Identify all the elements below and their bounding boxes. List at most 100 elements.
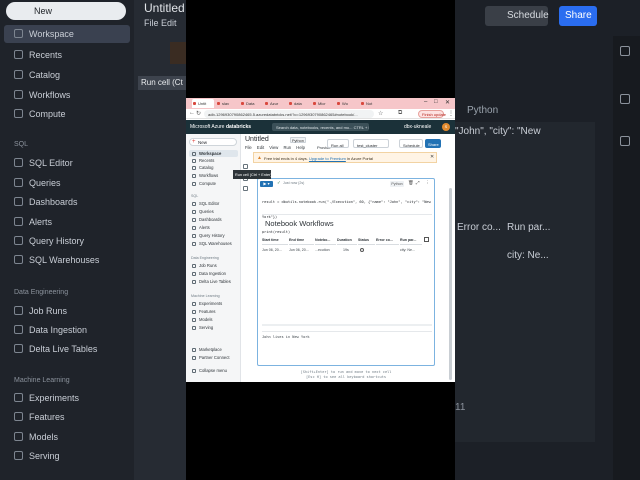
sidebar-item-data-ingestion[interactable]: Data Ingestion <box>189 270 238 277</box>
background-sidebar-item: SQL Editor <box>14 158 73 168</box>
run-cell-button[interactable]: ▶ ▾ <box>260 180 273 187</box>
sidebar-item-alerts[interactable]: Alerts <box>189 224 238 231</box>
avatar[interactable]: S <box>442 123 450 131</box>
upgrade-link[interactable]: Upgrade to Premium <box>309 156 346 161</box>
extensions-icon[interactable]: ⧉ <box>398 110 402 117</box>
sidebar-item-serving[interactable]: Serving <box>189 324 238 331</box>
workspace-icon <box>14 29 23 38</box>
cluster-select[interactable]: test_cluster <box>353 139 389 148</box>
browser-tab[interactable]: Untit <box>192 99 214 108</box>
sidebar-item-marketplace[interactable]: Marketplace <box>189 346 238 353</box>
compute-icon <box>192 181 196 186</box>
table-cell[interactable]: Jun 06, 20... <box>262 247 288 254</box>
browser-tab[interactable]: Not <box>360 99 382 108</box>
sidebar-item-sql-warehouses[interactable]: SQL Warehouses <box>189 240 238 247</box>
sidebar-item-dashboards[interactable]: Dashboards <box>189 216 238 223</box>
models-icon <box>192 317 196 322</box>
models-icon <box>14 432 23 441</box>
background-sidebar-item: Dashboards <box>14 197 78 207</box>
browser-tab[interactable]: Data <box>240 99 262 108</box>
column-header[interactable]: Notebo... <box>315 235 336 245</box>
background-sidebar-item: Alerts <box>14 217 52 227</box>
table-of-contents-icon[interactable] <box>243 164 248 169</box>
background-column-header: Run par... <box>507 222 551 233</box>
background-sidebar-item: Compute <box>14 109 66 119</box>
close-banner-icon[interactable]: ✕ <box>430 154 434 160</box>
catalog-icon <box>192 165 196 170</box>
sidebar-item-queries[interactable]: Queries <box>189 208 238 215</box>
sidebar-item-catalog[interactable]: Catalog <box>189 164 238 171</box>
sidebar-item-workflows[interactable]: Workflows <box>189 172 238 179</box>
delete-cell-icon[interactable]: 🗑 <box>408 180 414 186</box>
table-cell[interactable]: Jun 06, 20... <box>289 247 314 254</box>
sidebar-item-job-runs[interactable]: Job Runs <box>189 262 238 269</box>
column-header[interactable]: Duration <box>337 235 357 245</box>
sidebar-item-recents[interactable]: Recents <box>189 157 238 164</box>
bookmark-star-icon[interactable]: ☆ <box>378 110 383 117</box>
notebook-title[interactable]: Untitled <box>245 136 269 143</box>
horizontal-scrollbar[interactable] <box>262 324 432 326</box>
notebook-cell[interactable]: ▶ ▾ ✓ Just now (2s) Python 🗑 ⤢ ⋮ result … <box>257 178 435 366</box>
sidebar-item-workspace[interactable]: Workspace <box>189 150 238 157</box>
sidebar-section-machine-learning: Machine Learning <box>191 294 220 298</box>
cell-language-label[interactable]: Python <box>390 180 404 187</box>
data-ingestion-icon <box>192 271 196 276</box>
browser-tab[interactable]: Azur <box>264 99 286 108</box>
table-settings-icon[interactable] <box>424 237 429 242</box>
notebook-menu[interactable]: File Edit View Run Help <box>245 145 305 150</box>
sidebar-item-features[interactable]: Features <box>189 308 238 315</box>
sidebar-item-delta-live-tables[interactable]: Delta Live Tables <box>189 278 238 285</box>
share-button[interactable]: Share <box>425 139 441 148</box>
run-all-button[interactable]: Run all <box>327 139 349 148</box>
workflows-icon <box>14 90 23 99</box>
dashboards-icon <box>14 197 23 206</box>
sidebar-item-experiments[interactable]: Experiments <box>189 300 238 307</box>
marketplace-icon <box>192 347 196 352</box>
global-search-input[interactable]: Search data, notebooks, recents, and mo.… <box>272 123 369 131</box>
sidebar-item-partner-connect[interactable]: Partner Connect <box>189 354 238 361</box>
cancelled-status-icon <box>360 248 364 252</box>
schedule-button[interactable]: Schedule <box>399 139 423 148</box>
collapse-menu-button[interactable]: Collapse menu <box>189 367 238 374</box>
background-tooltip: Run cell (Ct <box>138 76 186 90</box>
maximize-icon[interactable]: □ <box>434 99 438 105</box>
browser-tab[interactable]: slav <box>216 99 238 108</box>
expand-cell-icon[interactable]: ⤢ <box>416 180 420 185</box>
reload-icon[interactable]: ↻ <box>196 110 201 117</box>
sidebar-item-compute[interactable]: Compute <box>189 180 238 187</box>
back-icon[interactable]: ← <box>189 110 195 116</box>
column-header[interactable]: Error co... <box>376 235 399 245</box>
browser-update-button[interactable]: Finish update <box>418 110 446 118</box>
browser-tab[interactable]: Wo <box>336 99 358 108</box>
column-header[interactable]: End time <box>289 235 314 245</box>
vertical-scrollbar[interactable] <box>449 188 452 380</box>
table-cell[interactable]: ...ecution <box>315 247 336 254</box>
close-window-icon[interactable]: ✕ <box>445 99 450 106</box>
databricks-top-bar: Microsoft Azure databricks Search data, … <box>186 120 455 134</box>
column-header[interactable]: Status <box>358 235 375 245</box>
url-field[interactable]: adb-1296930790862465.5.azuredatabricks.n… <box>204 110 374 118</box>
new-button[interactable]: + New <box>189 138 237 146</box>
sidebar-item-query-history[interactable]: Query History <box>189 232 238 239</box>
query-history-icon <box>192 233 196 238</box>
browser-tab[interactable]: Micr <box>312 99 334 108</box>
cell-menu-icon[interactable]: ⋮ <box>425 180 430 186</box>
sidebar-item-sql-editor[interactable]: SQL Editor <box>189 200 238 207</box>
more-icon[interactable]: ⋮ <box>448 110 454 117</box>
databricks-logo[interactable]: databricks <box>226 124 251 130</box>
column-header[interactable]: Start time <box>262 235 288 245</box>
minimize-icon[interactable]: – <box>424 99 427 105</box>
background-menu: File Edit <box>144 18 177 28</box>
workspace-switcher[interactable]: dbx-ukneale <box>404 124 431 130</box>
azure-brand: Microsoft Azure <box>190 124 225 130</box>
background-python-label: Python <box>467 105 499 116</box>
background-warning-banner <box>170 42 186 64</box>
sql-warehouses-icon <box>14 255 23 264</box>
notebook-language-select[interactable]: Python <box>290 137 306 143</box>
history-icon[interactable] <box>243 186 248 191</box>
browser-tab[interactable]: data <box>288 99 310 108</box>
plus-icon: + <box>192 139 196 145</box>
dashboards-icon <box>192 217 196 222</box>
sidebar-item-models[interactable]: Models <box>189 316 238 323</box>
column-header[interactable]: Run par... <box>400 235 422 245</box>
